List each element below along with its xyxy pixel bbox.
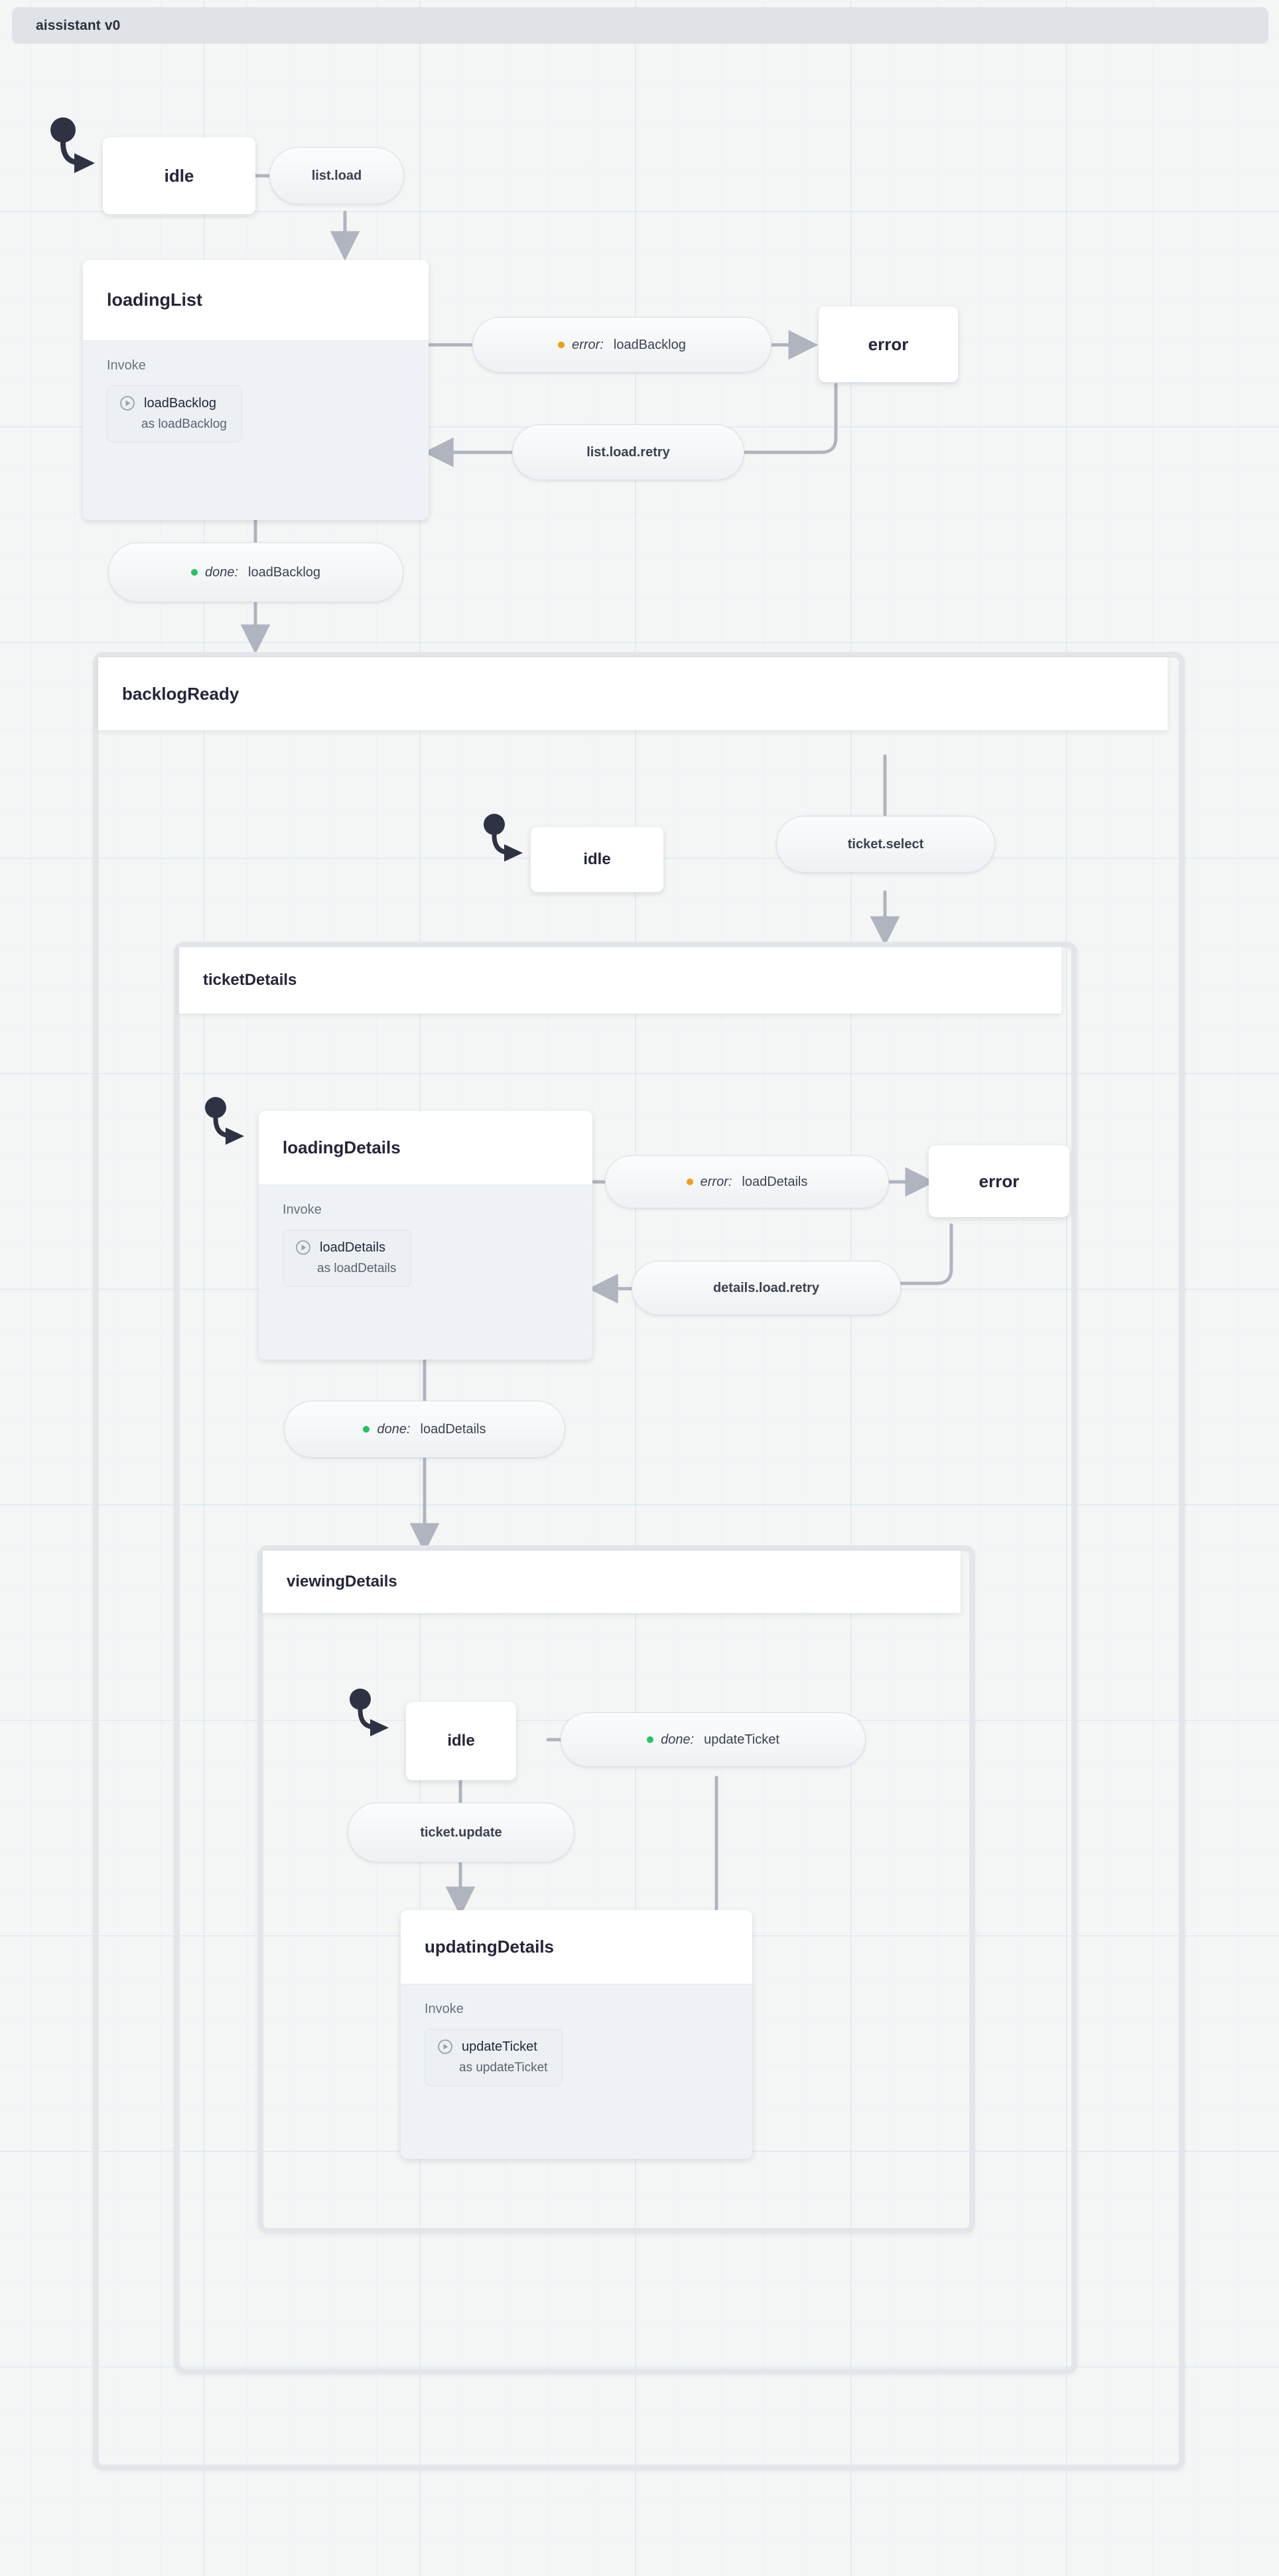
- transition-label-list-load-retry: list.load.retry: [586, 444, 670, 460]
- invoke-src-loadBacklog: loadBacklog: [144, 395, 216, 411]
- transition-ticket-update[interactable]: ticket.update: [348, 1803, 574, 1862]
- state-label-idle-backlogReady: idle: [583, 850, 611, 868]
- done-dot-icon: [647, 1736, 654, 1743]
- state-body-loadingDetails: Invoke loadDetails as loadDetails: [259, 1185, 592, 1287]
- compound-title-viewingDetails: viewingDetails: [287, 1573, 397, 1590]
- play-circle-icon: [437, 2039, 453, 2055]
- state-error-root[interactable]: error: [819, 306, 958, 382]
- state-error-ticketDetails[interactable]: error: [929, 1145, 1069, 1217]
- state-body-loadingList: Invoke loadBacklog as loadBacklog: [83, 341, 429, 442]
- transition-label-ticket-update: ticket.update: [420, 1825, 502, 1840]
- state-label-idle-root: idle: [164, 165, 194, 186]
- state-label-updatingDetails: updatingDetails: [425, 1937, 555, 1957]
- state-loadingList[interactable]: loadingList Invoke loadBacklog as loadBa…: [83, 260, 429, 520]
- transition-done-updateTicket[interactable]: done: updateTicket: [561, 1712, 866, 1767]
- invoke-chip-loadDetails[interactable]: loadDetails as loadDetails: [283, 1230, 412, 1287]
- invoke-id-loadDetails: as loadDetails: [317, 1261, 397, 1275]
- state-label-idle-viewingDetails: idle: [447, 1732, 475, 1750]
- invoke-section-label: Invoke: [425, 2002, 464, 2016]
- invoke-chip-loadBacklog[interactable]: loadBacklog as loadBacklog: [107, 385, 242, 442]
- invoke-id-updateTicket: as updateTicket: [459, 2061, 548, 2075]
- invoke-section-label: Invoke: [283, 1202, 322, 1217]
- transition-keyword-done: done:: [377, 1421, 411, 1437]
- transition-done-loadBacklog[interactable]: done: loadBacklog: [108, 543, 403, 602]
- state-loadingDetails[interactable]: loadingDetails Invoke loadDetails as loa…: [259, 1111, 592, 1360]
- compound-header-ticketDetails: ticketDetails: [179, 947, 1061, 1013]
- transition-details-load-retry[interactable]: details.load.retry: [632, 1261, 901, 1315]
- state-label-error-root: error: [868, 334, 909, 354]
- transition-target-loadBacklog: loadBacklog: [613, 337, 686, 352]
- transition-target-loadDetails: loadDetails: [420, 1421, 486, 1437]
- transition-ticket-select[interactable]: ticket.select: [776, 816, 995, 873]
- state-body-updatingDetails: Invoke updateTicket as updateTicket: [401, 1984, 752, 2086]
- transition-keyword-done: done:: [204, 564, 239, 580]
- play-circle-icon: [295, 1240, 311, 1256]
- state-idle-viewingDetails[interactable]: idle: [406, 1702, 516, 1780]
- transition-label-ticket-select: ticket.select: [847, 836, 924, 852]
- transition-list-load[interactable]: list.load: [269, 147, 404, 204]
- state-updatingDetails[interactable]: updatingDetails Invoke updateTicket as u…: [401, 1910, 752, 2159]
- transition-label-list-load: list.load: [311, 168, 362, 183]
- state-header-loadingList: loadingList: [83, 260, 429, 341]
- compound-title-backlogReady: backlogReady: [122, 683, 239, 704]
- compound-header-viewingDetails: viewingDetails: [263, 1551, 961, 1613]
- invoke-src-updateTicket: updateTicket: [462, 2039, 537, 2054]
- done-dot-icon: [190, 569, 198, 576]
- invoke-src-loadDetails: loadDetails: [320, 1240, 385, 1255]
- transition-list-load-retry[interactable]: list.load.retry: [512, 424, 744, 480]
- state-label-error-ticketDetails: error: [978, 1171, 1020, 1191]
- done-dot-icon: [363, 1426, 370, 1433]
- transition-target-updateTicket: updateTicket: [704, 1732, 779, 1747]
- state-idle-backlogReady[interactable]: idle: [531, 827, 663, 892]
- page-title: aissistant v0: [36, 17, 121, 33]
- error-dot-icon: [558, 342, 565, 348]
- state-idle-root[interactable]: idle: [103, 137, 255, 214]
- transition-keyword-done: done:: [661, 1732, 695, 1747]
- transition-keyword-error: error:: [572, 337, 604, 352]
- compound-header-backlogReady: backlogReady: [98, 657, 1168, 730]
- play-circle-icon: [119, 395, 135, 411]
- compound-title-ticketDetails: ticketDetails: [203, 971, 297, 989]
- error-dot-icon: [686, 1179, 693, 1185]
- transition-error-loadDetails[interactable]: error: loadDetails: [605, 1155, 889, 1208]
- transition-keyword-error: error:: [700, 1174, 732, 1189]
- transition-label-details-load-retry: details.load.retry: [712, 1280, 820, 1295]
- transition-error-loadBacklog[interactable]: error: loadBacklog: [472, 317, 772, 373]
- transition-target-loadBacklog: loadBacklog: [248, 564, 321, 580]
- transition-done-loadDetails[interactable]: done: loadDetails: [284, 1401, 565, 1458]
- state-header-loadingDetails: loadingDetails: [259, 1111, 592, 1185]
- state-label-loadingList: loadingList: [107, 290, 202, 310]
- state-header-updatingDetails: updatingDetails: [401, 1910, 752, 1984]
- invoke-chip-updateTicket[interactable]: updateTicket as updateTicket: [425, 2029, 563, 2086]
- state-label-loadingDetails: loadingDetails: [283, 1137, 401, 1157]
- machine-title-bar: aissistant v0: [12, 7, 1268, 44]
- invoke-id-loadBacklog: as loadBacklog: [141, 417, 227, 431]
- invoke-section-label: Invoke: [107, 358, 146, 373]
- transition-target-loadDetails: loadDetails: [742, 1174, 808, 1189]
